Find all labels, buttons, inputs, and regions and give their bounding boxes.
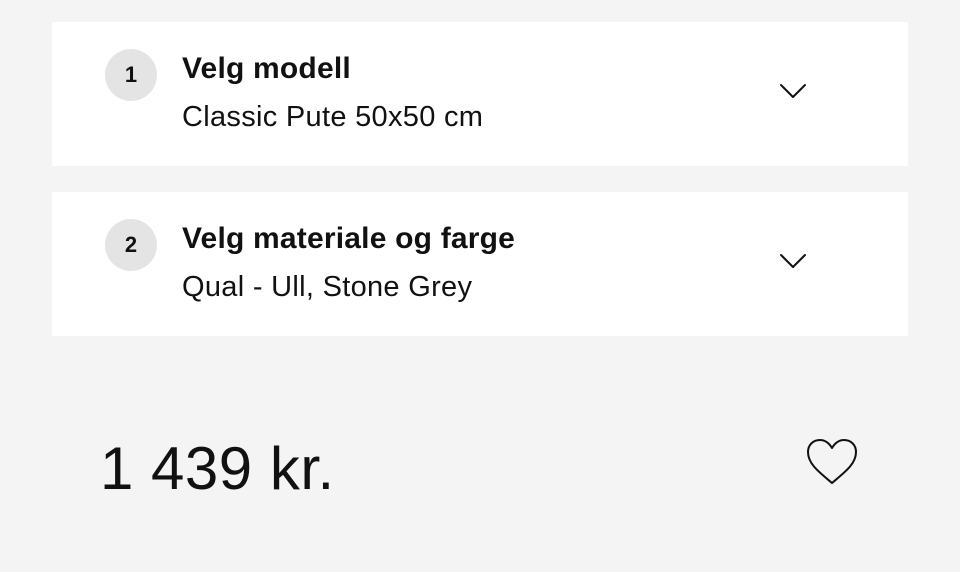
chevron-down-icon[interactable] — [779, 252, 807, 270]
step-material-selector[interactable]: 2 Velg materiale og farge Qual - Ull, St… — [52, 192, 908, 336]
step-number-badge: 1 — [105, 49, 157, 101]
chevron-down-icon[interactable] — [779, 82, 807, 100]
product-configurator: 1 Velg modell Classic Pute 50x50 cm 2 Ve… — [0, 0, 960, 572]
product-price: 1 439 kr. — [100, 435, 335, 502]
step-model-selector[interactable]: 1 Velg modell Classic Pute 50x50 cm — [52, 22, 908, 166]
wishlist-button[interactable] — [805, 437, 859, 487]
step-title: Velg modell — [182, 52, 351, 85]
heart-icon — [805, 437, 859, 487]
step-number-badge: 2 — [105, 219, 157, 271]
step-selected-value: Qual - Ull, Stone Grey — [182, 271, 473, 303]
step-title: Velg materiale og farge — [182, 222, 516, 255]
step-selected-value: Classic Pute 50x50 cm — [182, 101, 484, 133]
